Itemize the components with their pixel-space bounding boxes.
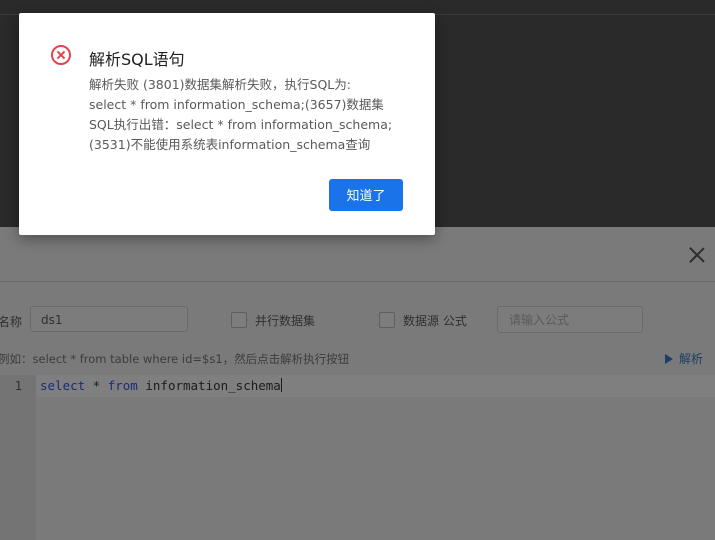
dataset-settings-row: 名称 ds1 并行数据集 数据源 公式 请输入公式 (0, 306, 715, 334)
sql-hint: 例如：select * from table where id=$s1，然后点击… (0, 352, 350, 366)
datasource-formula-checkbox[interactable] (379, 312, 395, 328)
name-input[interactable]: ds1 (30, 306, 188, 332)
parse-label: 解析 (678, 352, 703, 366)
dialog-message: 解析失败 (3801)数据集解析失败，执行SQL为: select * from… (89, 75, 409, 155)
message-line: select * from information_schema;(3657)数… (89, 97, 384, 112)
code-text-rest: information_schema (137, 378, 281, 393)
code-line[interactable]: select * from information_schema (40, 378, 282, 393)
close-icon[interactable] (689, 247, 705, 263)
parse-button[interactable]: 解析 (664, 350, 703, 367)
message-line: SQL执行出错：select * from information_schema… (89, 117, 393, 132)
message-line: 解析失败 (3801)数据集解析失败，执行SQL为: (89, 77, 351, 92)
dialog-title: 解析SQL语句 (89, 50, 185, 69)
parallel-label: 并行数据集 (255, 314, 316, 328)
text-cursor (280, 378, 282, 392)
message-line: (3531)不能使用系统表information_schema查询 (89, 137, 371, 152)
editor-gutter: 1 (0, 375, 36, 540)
play-icon (664, 354, 673, 364)
datasource-formula-label: 数据源 公式 (403, 314, 467, 328)
name-label: 名称 (0, 315, 23, 329)
dataset-panel: 名称 ds1 并行数据集 数据源 公式 请输入公式 例如：select * fr… (0, 227, 715, 540)
line-number: 1 (14, 379, 22, 393)
sql-editor[interactable]: 1 select * from information_schema (0, 375, 715, 540)
error-dialog: 解析SQL语句 解析失败 (3801)数据集解析失败，执行SQL为: selec… (19, 13, 435, 235)
panel-header (0, 227, 715, 282)
code-text: * (85, 378, 108, 393)
formula-input[interactable]: 请输入公式 (497, 306, 643, 333)
parallel-checkbox[interactable] (231, 312, 247, 328)
error-circle-icon (51, 45, 71, 65)
ok-button[interactable]: 知道了 (329, 179, 403, 211)
code-keyword-from: from (107, 378, 138, 393)
code-keyword-select: select (40, 378, 86, 393)
